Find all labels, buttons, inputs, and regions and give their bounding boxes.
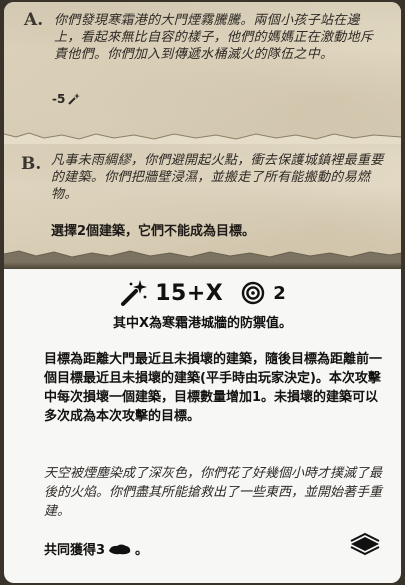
target-icon	[242, 281, 265, 305]
material-resource-icon	[109, 544, 131, 554]
reward-text: 共同獲得3	[44, 543, 106, 558]
spark-wand-icon	[68, 93, 81, 105]
attack-note: 其中X為寒霜港城牆的防禦值。	[112, 316, 293, 331]
option-b-letter: B.	[21, 154, 42, 174]
reward-suffix: 。	[135, 543, 149, 558]
flavor-text: 天空被煙塵染成了深灰色，你們花了好幾個小時才撲滅了最後的火焰。你們盡其所能搶救出…	[44, 466, 383, 519]
torn-edge	[4, 250, 401, 262]
spark-wand-icon	[121, 280, 148, 306]
target-count: 2	[273, 282, 286, 304]
option-a-effect-value: -5	[52, 92, 66, 106]
event-card: A. 你們發現寒霜港的大門煙霧騰騰。兩個小孩子站在邊上，看起來無比自容的樣子，他…	[4, 2, 401, 583]
reward: 共同獲得3 。	[44, 539, 148, 558]
attack-value: 15+X	[155, 280, 224, 306]
attack-rules: 目標為距離大門最近且未損壞的建築，隨後目標為距離前一個目標最近且未損壞的建築(平…	[44, 352, 383, 424]
option-b-text: 凡事未雨綢繆，你們避開起火點，衝去保護城鎮裡最重要的建築。你們把牆壁浸濕，並搬走…	[51, 153, 384, 202]
option-a-text: 你們發現寒霜港的大門煙霧騰騰。兩個小孩子站在邊上，看起來無比自容的樣子，他們的媽…	[54, 13, 374, 62]
attack-section: 15+X 2 其中X為寒霜港城牆的防禦值。	[4, 278, 401, 331]
option-b-instruction: 選擇2個建築，它們不能成為目標。	[51, 224, 256, 239]
attack-row: 15+X 2	[4, 278, 401, 308]
card-deck-icon	[350, 532, 380, 556]
torn-edge	[4, 132, 401, 144]
option-a-effect: -5	[52, 92, 81, 106]
option-a-letter: A.	[24, 10, 44, 30]
